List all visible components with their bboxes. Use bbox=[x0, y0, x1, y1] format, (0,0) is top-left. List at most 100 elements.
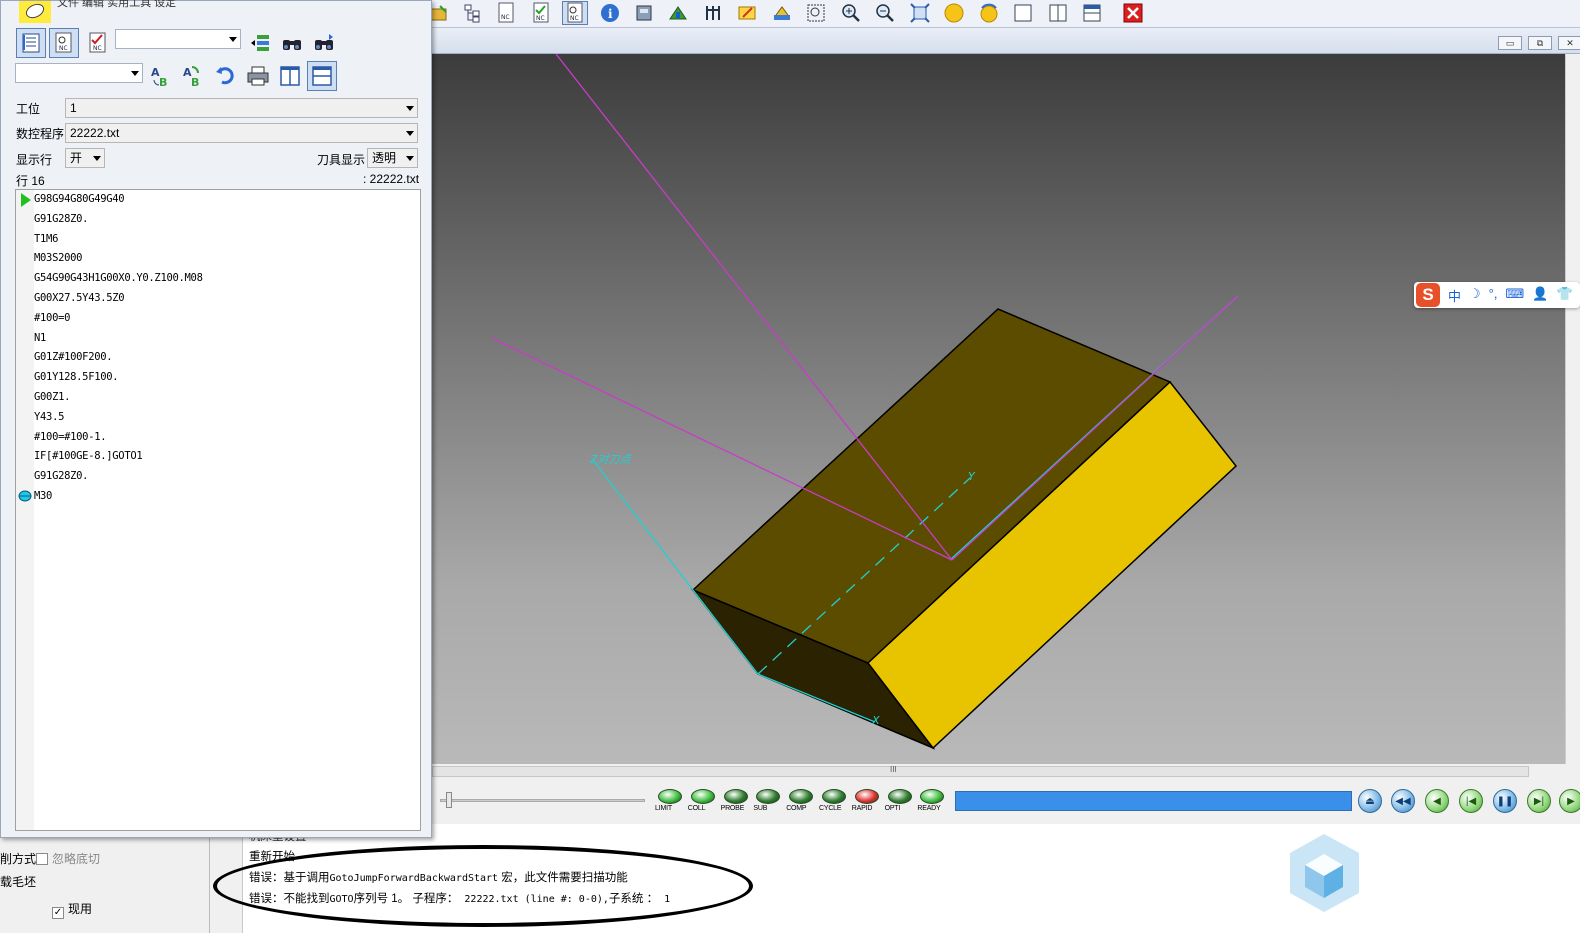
ime-chinese-mode-icon[interactable]: 中 bbox=[1448, 286, 1461, 305]
svg-text:NC: NC bbox=[93, 45, 102, 52]
print-icon[interactable] bbox=[243, 61, 273, 91]
nc-verify-icon[interactable]: NC bbox=[83, 28, 113, 58]
to-start-button[interactable]: |◀ bbox=[1459, 789, 1483, 813]
ime-punctuation-icon[interactable]: °, bbox=[1489, 286, 1498, 305]
toolpath-icon[interactable] bbox=[700, 1, 726, 25]
scroll-thumb[interactable] bbox=[432, 766, 1529, 777]
pause-button[interactable]: ❚❚ bbox=[1493, 789, 1517, 813]
code-line[interactable]: G54G90G43H1G00X0.Y0.Z100.M08 bbox=[34, 272, 203, 284]
code-line[interactable]: G00Z1. bbox=[34, 391, 70, 403]
viewport-horizontal-scrollbar[interactable]: III bbox=[430, 764, 1580, 780]
ime-moon-icon[interactable]: ☽ bbox=[1469, 286, 1481, 305]
status-led-ready: READY bbox=[917, 789, 947, 812]
nc-viewer-icon[interactable]: NC bbox=[49, 28, 79, 58]
go-to-line-icon[interactable] bbox=[245, 28, 275, 58]
nc-view-icon[interactable]: NC bbox=[562, 1, 588, 25]
code-line[interactable]: N1 bbox=[34, 332, 46, 344]
rotate-icon[interactable] bbox=[976, 1, 1002, 25]
find-next-icon[interactable] bbox=[309, 28, 339, 58]
nc-check-icon[interactable]: NC bbox=[528, 1, 554, 25]
zoom-box-icon[interactable] bbox=[803, 1, 829, 25]
undo-icon[interactable] bbox=[210, 61, 240, 91]
led-lamp-icon bbox=[822, 789, 846, 804]
tool-display-label: 刀具显示 bbox=[317, 153, 366, 167]
status-led-rapid: RAPID bbox=[852, 789, 882, 812]
search-combo[interactable] bbox=[115, 29, 241, 49]
speed-slider-thumb[interactable] bbox=[446, 792, 452, 808]
stock-icon[interactable] bbox=[665, 1, 691, 25]
measure-icon[interactable] bbox=[769, 1, 795, 25]
led-label: READY bbox=[917, 805, 941, 812]
toolpath-line-1 bbox=[555, 54, 953, 561]
code-line[interactable]: M03S2000 bbox=[34, 252, 82, 264]
led-label: OPTI bbox=[884, 805, 901, 812]
speed-slider-track[interactable] bbox=[440, 799, 645, 802]
list-view-icon[interactable] bbox=[16, 28, 46, 58]
viewport-vertical-scrollbar[interactable] bbox=[1565, 54, 1580, 764]
zoom-out-icon[interactable] bbox=[872, 1, 898, 25]
code-line[interactable]: G91G28Z0. bbox=[34, 213, 89, 225]
single-view-icon[interactable] bbox=[1010, 1, 1036, 25]
status-led-sub: SUB bbox=[753, 789, 783, 812]
code-line[interactable]: M30 bbox=[34, 490, 52, 502]
rewind-button[interactable]: ◀◀ bbox=[1391, 789, 1415, 813]
split-horizontal-icon[interactable] bbox=[1079, 1, 1105, 25]
to-end-button[interactable]: ▶| bbox=[1527, 789, 1551, 813]
scroll-grip: III bbox=[890, 765, 897, 774]
led-lamp-icon bbox=[789, 789, 814, 804]
replace-icon[interactable]: AB bbox=[145, 61, 175, 91]
split-horizontal-icon[interactable] bbox=[307, 61, 337, 91]
ime-keyboard-icon[interactable]: ⌨ bbox=[1505, 286, 1524, 305]
code-line[interactable]: G91G28Z0. bbox=[34, 470, 89, 482]
viewport-minimize-button[interactable]: ▭ bbox=[1498, 36, 1522, 50]
ime-user-icon[interactable]: 👤 bbox=[1532, 286, 1548, 305]
show-line-select[interactable]: 开 bbox=[65, 148, 105, 168]
zoom-in-icon[interactable] bbox=[838, 1, 864, 25]
viewport-restore-button[interactable]: ⧉ bbox=[1528, 36, 1552, 50]
3d-viewport[interactable]: Z对刀点 Y X bbox=[430, 54, 1565, 764]
info-icon[interactable]: i bbox=[597, 1, 623, 25]
fit-view-icon[interactable] bbox=[907, 1, 933, 25]
show-line-label: 显示行 bbox=[16, 153, 53, 167]
nc-file-icon[interactable]: NC bbox=[493, 1, 519, 25]
replace-all-icon[interactable]: AB bbox=[177, 61, 207, 91]
status-led-comp: COMP bbox=[786, 789, 816, 812]
nc-editor-window: 文件 编辑 实用工具 设定 NC NC AB AB 工位 1 数控程序 2222… bbox=[0, 0, 432, 838]
code-line[interactable]: G00X27.5Y43.5Z0 bbox=[34, 292, 125, 304]
ime-toolbar[interactable]: S 中 ☽ °, ⌨ 👤 👕 bbox=[1414, 282, 1580, 308]
split-vertical-icon[interactable] bbox=[275, 61, 305, 91]
close-icon[interactable] bbox=[1120, 1, 1146, 25]
light-icon[interactable] bbox=[941, 1, 967, 25]
status-led-cycle: CYCLE bbox=[819, 789, 849, 812]
step-back-button[interactable]: ◀ bbox=[1425, 789, 1449, 813]
code-line[interactable]: #100=#100-1. bbox=[34, 431, 107, 443]
split-vertical-icon[interactable] bbox=[1045, 1, 1071, 25]
viewport-close-button[interactable]: ✕ bbox=[1558, 36, 1580, 50]
code-line[interactable]: G01Y128.5F100. bbox=[34, 371, 119, 383]
zero-point-label: Z对刀点 bbox=[589, 453, 633, 466]
tool-display-select[interactable]: 透明 bbox=[367, 148, 418, 168]
code-line[interactable]: IF[#100GE-8.]GOTO1 bbox=[34, 450, 143, 462]
nc-code-list[interactable]: G98G94G80G49G40 G91G28Z0. T1M6 M03S2000 G54G… bbox=[15, 189, 421, 831]
play-button[interactable]: ▶ bbox=[1559, 789, 1580, 813]
code-line[interactable]: G98G94G80G49G40 bbox=[34, 193, 125, 205]
find-icon[interactable] bbox=[277, 28, 307, 58]
stock-label: 载毛坯 bbox=[0, 875, 37, 889]
ignore-undercut-checkbox[interactable]: 忽略底切 bbox=[36, 850, 100, 867]
station-select[interactable]: 1 bbox=[65, 98, 418, 118]
current-checkbox[interactable]: ✓ 现用 bbox=[52, 900, 92, 919]
code-line[interactable]: #100=0 bbox=[34, 312, 70, 324]
program-select[interactable]: 22222.txt bbox=[65, 123, 418, 143]
eject-button[interactable]: ⏏ bbox=[1358, 789, 1382, 813]
edit-icon[interactable] bbox=[734, 1, 760, 25]
code-line[interactable]: Y43.5 bbox=[34, 411, 64, 423]
ime-skin-icon[interactable]: 👕 bbox=[1556, 286, 1572, 305]
machine-icon[interactable] bbox=[631, 1, 657, 25]
filter-combo[interactable] bbox=[15, 63, 143, 83]
editor-menu-items[interactable]: 文件 编辑 实用工具 设定 bbox=[57, 0, 176, 10]
editor-app-icon[interactable] bbox=[19, 1, 51, 23]
code-line[interactable]: G01Z#100F200. bbox=[34, 351, 113, 363]
led-lamp-icon bbox=[723, 789, 748, 804]
tree-icon[interactable] bbox=[459, 1, 485, 25]
code-line[interactable]: T1M6 bbox=[34, 233, 58, 245]
